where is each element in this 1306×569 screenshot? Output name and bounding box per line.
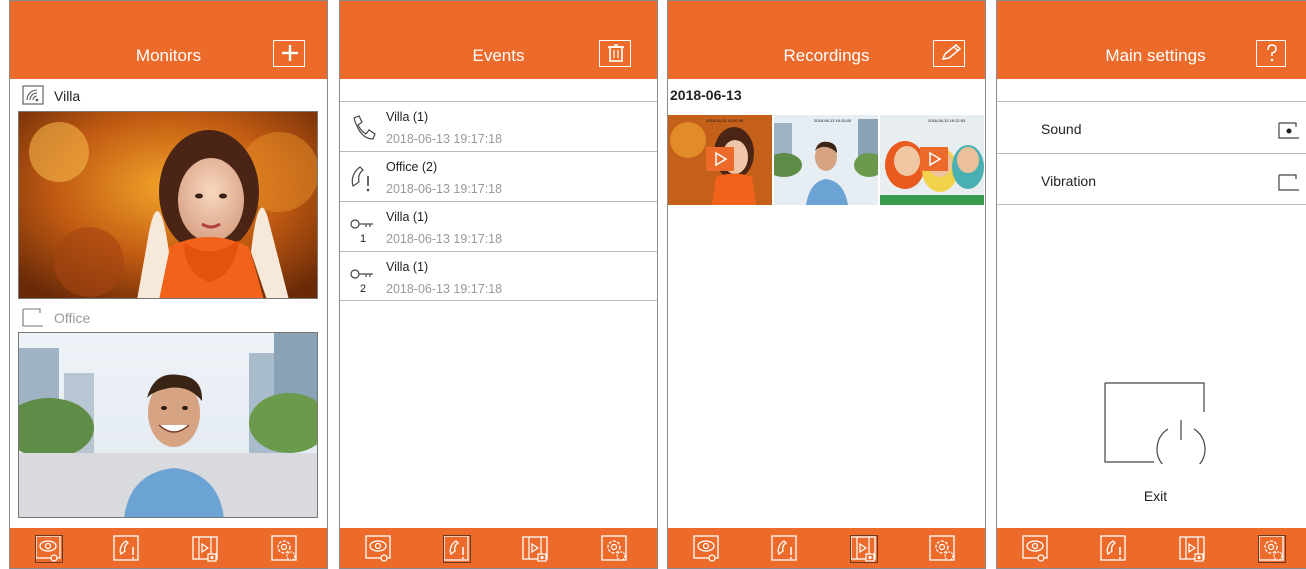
bottom-nav: [997, 528, 1306, 568]
recordings-icon: [849, 534, 879, 564]
delete-events-button[interactable]: [599, 40, 631, 67]
key-number: 2: [360, 283, 367, 295]
bottom-nav: [10, 528, 327, 568]
header: Recordings: [668, 1, 985, 79]
monitor-label: Villa: [54, 88, 81, 104]
nav-events-button[interactable]: [112, 534, 142, 564]
camera-image-man: [19, 333, 317, 517]
handset-icon: [353, 115, 376, 140]
monitor-outline-icon: [22, 308, 43, 327]
nav-recordings-button[interactable]: [1178, 534, 1208, 564]
help-icon: [1267, 44, 1277, 62]
recordings-screen: Recordings 2018-06-13 2018-06-13 19:20:0…: [667, 0, 986, 569]
event-row[interactable]: 2 Villa (1) 2018-06-13 19:17:18: [340, 251, 657, 301]
event-time: 2018-06-13 19:17:18: [386, 232, 503, 246]
header: Monitors: [10, 1, 327, 79]
monitor-preview-villa[interactable]: [18, 111, 318, 299]
play-button[interactable]: [920, 147, 948, 171]
nav-monitors-button[interactable]: [692, 534, 722, 564]
wifi-monitor-icon: [22, 85, 44, 105]
call-log-icon: [770, 534, 800, 564]
nav-settings-button[interactable]: [600, 534, 630, 564]
checkbox-unchecked-icon[interactable]: [1278, 173, 1300, 191]
event-row[interactable]: Villa (1) 2018-06-13 19:17:18: [340, 101, 657, 151]
trash-icon: [608, 44, 624, 62]
recording-thumbnail[interactable]: 2018-06-13 19:20:09: [668, 115, 772, 205]
event-title: Villa (1): [386, 110, 429, 124]
settings-gear-icon: [928, 534, 958, 564]
monitor-label: Office: [54, 310, 91, 326]
setting-label: Sound: [1041, 121, 1082, 137]
header: Main settings: [997, 1, 1306, 79]
header: Events: [340, 1, 657, 79]
nav-settings-button[interactable]: [1257, 534, 1287, 564]
settings-gear-icon: [1257, 534, 1287, 564]
recordings-icon: [521, 534, 551, 564]
monitors-screen: Monitors Villa Office: [9, 0, 328, 569]
exit-label: Exit: [1143, 488, 1168, 504]
event-title: Villa (1): [386, 210, 429, 224]
call-log-icon: [442, 534, 472, 564]
edit-icon: [941, 43, 962, 60]
recordings-date: 2018-06-13: [670, 87, 742, 103]
monitor-eye-icon: [692, 534, 722, 564]
recordings-icon: [1178, 534, 1208, 564]
nav-events-button[interactable]: [770, 534, 800, 564]
edit-recordings-button[interactable]: [933, 40, 965, 67]
nav-recordings-button[interactable]: [521, 534, 551, 564]
call-log-icon: [112, 534, 142, 564]
monitor-eye-icon: [364, 534, 394, 564]
video-timestamp: 2018-06-13 19:12:53: [928, 118, 966, 123]
nav-monitors-button[interactable]: [34, 534, 64, 564]
event-time: 2018-06-13 19:17:18: [386, 132, 503, 146]
recording-thumbnail[interactable]: 2018-06-13 19:12:53: [880, 115, 984, 205]
add-monitor-button[interactable]: [273, 40, 305, 67]
help-button[interactable]: [1256, 40, 1286, 67]
video-timestamp: 2018-06-13 19:20:09: [706, 118, 744, 123]
nav-events-button[interactable]: [1099, 534, 1129, 564]
play-icon: [715, 151, 728, 167]
nav-monitors-button[interactable]: [364, 534, 394, 564]
checkbox-checked-icon[interactable]: [1278, 121, 1300, 139]
nav-recordings-button[interactable]: [191, 534, 221, 564]
setting-row-sound[interactable]: Sound: [997, 101, 1306, 153]
setting-row-vibration[interactable]: Vibration: [997, 153, 1306, 205]
nav-events-button[interactable]: [442, 534, 472, 564]
bottom-nav: [668, 528, 985, 568]
event-title: Villa (1): [386, 260, 429, 274]
exit-button[interactable]: [1104, 382, 1206, 464]
events-screen: Events Villa (1) 2018-06-13 19:17:18 Off…: [339, 0, 658, 569]
event-title: Office (2): [386, 160, 438, 174]
monitor-eye-icon: [34, 534, 64, 564]
camera-image-woman: [19, 112, 317, 298]
settings-gear-icon: [600, 534, 630, 564]
photo-timestamp: 2018-06-13 19:15:00: [814, 118, 852, 123]
play-icon: [929, 151, 942, 167]
monitor-preview-office[interactable]: [18, 332, 318, 518]
monitor-eye-icon: [1021, 534, 1051, 564]
settings-screen: Main settings Sound Vibration Exit: [996, 0, 1306, 569]
event-time: 2018-06-13 19:17:18: [386, 182, 503, 196]
nav-recordings-button[interactable]: [849, 534, 879, 564]
thumbnail-image: [774, 115, 878, 205]
event-row[interactable]: 1 Villa (1) 2018-06-13 19:17:18: [340, 201, 657, 251]
nav-monitors-button[interactable]: [1021, 534, 1051, 564]
bottom-nav: [340, 528, 657, 568]
setting-label: Vibration: [1041, 173, 1097, 189]
add-icon: [282, 45, 298, 61]
key-number: 1: [360, 233, 367, 245]
recording-thumbnail[interactable]: 2018-06-13 19:15:00: [774, 115, 878, 205]
settings-gear-icon: [270, 534, 300, 564]
nav-settings-button[interactable]: [928, 534, 958, 564]
recordings-icon: [191, 534, 221, 564]
event-time: 2018-06-13 19:17:18: [386, 282, 503, 296]
call-log-icon: [1099, 534, 1129, 564]
missed-call-icon: [351, 166, 370, 192]
nav-settings-button[interactable]: [270, 534, 300, 564]
event-row[interactable]: Office (2) 2018-06-13 19:17:18: [340, 151, 657, 201]
play-button[interactable]: [706, 147, 734, 171]
